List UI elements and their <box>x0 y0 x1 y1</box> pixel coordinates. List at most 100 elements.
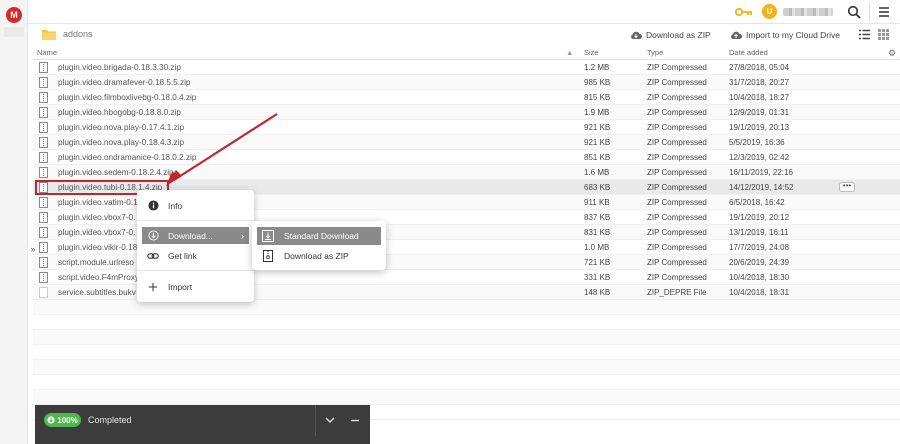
file-date: 5/5/2019, 16:36 <box>729 138 785 147</box>
submenu-download-zip[interactable]: Download as ZIP <box>257 247 381 265</box>
empty-row <box>33 360 900 375</box>
file-type: ZIP Compressed <box>647 138 707 147</box>
file-date: 31/7/2018, 20:27 <box>729 78 790 87</box>
zip-file-icon <box>39 242 48 253</box>
file-type: ZIP Compressed <box>647 213 707 222</box>
download-zip-label: Download as ZIP <box>646 30 711 40</box>
transfer-panel: 100% Completed <box>35 405 370 444</box>
header-type[interactable]: Type <box>647 48 663 57</box>
import-label: Import to my Cloud Drive <box>746 30 840 40</box>
file-size: 148 KB <box>584 288 611 297</box>
file-date: 12/3/2019, 02:42 <box>729 153 790 162</box>
file-date: 20/6/2019, 24:39 <box>729 258 790 267</box>
import-cloud-drive-button[interactable]: Import to my Cloud Drive <box>730 28 840 42</box>
file-type: ZIP Compressed <box>647 93 707 102</box>
table-row[interactable]: plugin.video.brigada-0.18.3.30.zip 1.2 MB… <box>33 60 900 75</box>
file-type: ZIP Compressed <box>647 228 707 237</box>
empty-row <box>33 375 900 390</box>
file-name: plugin.video.dramafever-0.18.5.5.zip <box>58 78 191 87</box>
zip-file-icon <box>263 250 273 262</box>
file-name: plugin.video.vikir-0.18 <box>58 243 138 252</box>
chevron-down-icon[interactable] <box>324 414 336 426</box>
file-date: 10/4/2018, 18:31 <box>729 288 790 297</box>
zip-file-icon <box>39 272 48 283</box>
file-size: 683 KB <box>584 183 611 192</box>
info-icon <box>147 200 159 212</box>
file-size: 331 KB <box>584 273 611 282</box>
file-size: 837 KB <box>584 213 611 222</box>
menu-item-info-label: Info <box>168 200 183 211</box>
chevron-right-icon: › <box>241 230 244 241</box>
plus-icon <box>147 281 159 293</box>
user-name-redacted[interactable] <box>783 8 833 16</box>
mega-logo[interactable]: M <box>6 7 22 23</box>
link-icon <box>147 250 159 262</box>
table-row[interactable]: plugin.video.dramafever-0.18.5.5.zip 985 … <box>33 75 900 90</box>
file-date: 10/4/2018, 18:27 <box>729 93 790 102</box>
cloud-upload-icon <box>731 31 742 39</box>
search-icon[interactable] <box>847 5 861 19</box>
file-type: ZIP Compressed <box>647 78 707 87</box>
left-rail: M <box>0 0 28 444</box>
download-zip-button[interactable]: Download as ZIP <box>630 28 711 42</box>
zip-file-icon <box>39 122 48 133</box>
zip-file-icon <box>39 107 48 118</box>
empty-row <box>33 300 900 315</box>
file-size: 851 KB <box>584 153 611 162</box>
file-name: plugin.video.vatim-0.1 <box>58 198 138 207</box>
table-row[interactable]: plugin.video.filmboxlivebg-0.18.0.4.zip 8… <box>33 90 900 105</box>
file-name: script.module.urlreso <box>58 258 134 267</box>
file-type: ZIP Compressed <box>647 63 707 72</box>
sort-arrow-icon[interactable]: ▲ <box>566 48 573 57</box>
transfer-progress-badge: 100% <box>44 413 81 427</box>
file-size: 921 KB <box>584 123 611 132</box>
file-type: ZIP Compressed <box>647 273 707 282</box>
key-icon[interactable] <box>735 6 753 18</box>
annotation-arrow <box>166 113 278 186</box>
zip-file-icon <box>39 62 48 73</box>
file-icon <box>39 287 48 298</box>
file-name: plugin.video.brigada-0.18.3.30.zip <box>58 63 181 72</box>
list-view-icon[interactable] <box>859 29 870 40</box>
menu-item-download-label: Download... <box>168 230 213 241</box>
header-size[interactable]: Size <box>584 48 599 57</box>
menu-item-get-link-label: Get link <box>168 250 197 261</box>
column-settings-icon[interactable]: ⚙ <box>888 48 896 59</box>
menu-item-download[interactable]: Download... › <box>142 227 249 244</box>
zip-file-icon <box>39 167 48 178</box>
zip-file-icon <box>39 257 48 268</box>
file-size: 1.0 MB <box>584 243 610 252</box>
file-name: service.subtitles.bukv <box>58 288 136 297</box>
file-size: 1.2 MB <box>584 63 610 72</box>
file-type: ZIP Compressed <box>647 258 707 267</box>
file-date: 17/7/2019, 24:08 <box>729 243 790 252</box>
menu-item-import-label: Import <box>168 281 193 292</box>
menu-item-import[interactable]: Import <box>142 278 249 295</box>
file-size: 1.9 MB <box>584 108 610 117</box>
rail-placeholder <box>4 27 24 37</box>
transfer-progress-label: 100% <box>57 415 78 425</box>
submenu-standard-download[interactable]: Standard Download <box>257 227 381 245</box>
breadcrumb[interactable]: addons <box>63 29 93 39</box>
user-avatar[interactable]: U <box>762 4 777 19</box>
grid-view-icon[interactable] <box>878 29 889 40</box>
menu-item-info[interactable]: Info <box>142 197 249 214</box>
top-divider <box>869 3 870 21</box>
file-size: 721 KB <box>584 258 611 267</box>
cloud-download-icon <box>631 31 642 39</box>
file-type: ZIP_DEPRE File <box>647 288 707 297</box>
file-date: 6/5/2018, 16:42 <box>729 198 785 207</box>
transfer-status: Completed <box>88 415 132 425</box>
header-name[interactable]: Name <box>37 48 57 57</box>
more-options-button[interactable]: ••• <box>839 182 855 192</box>
file-size: 815 KB <box>584 93 611 102</box>
header-date[interactable]: Date added <box>729 48 768 57</box>
file-date: 27/8/2018, 05:04 <box>729 63 790 72</box>
minimize-icon[interactable] <box>349 414 361 426</box>
folder-icon <box>42 30 56 40</box>
empty-row <box>33 315 900 330</box>
empty-row <box>33 330 900 345</box>
hamburger-menu-icon[interactable] <box>878 6 890 18</box>
zip-file-icon <box>39 92 48 103</box>
menu-item-get-link[interactable]: Get link <box>142 247 249 264</box>
